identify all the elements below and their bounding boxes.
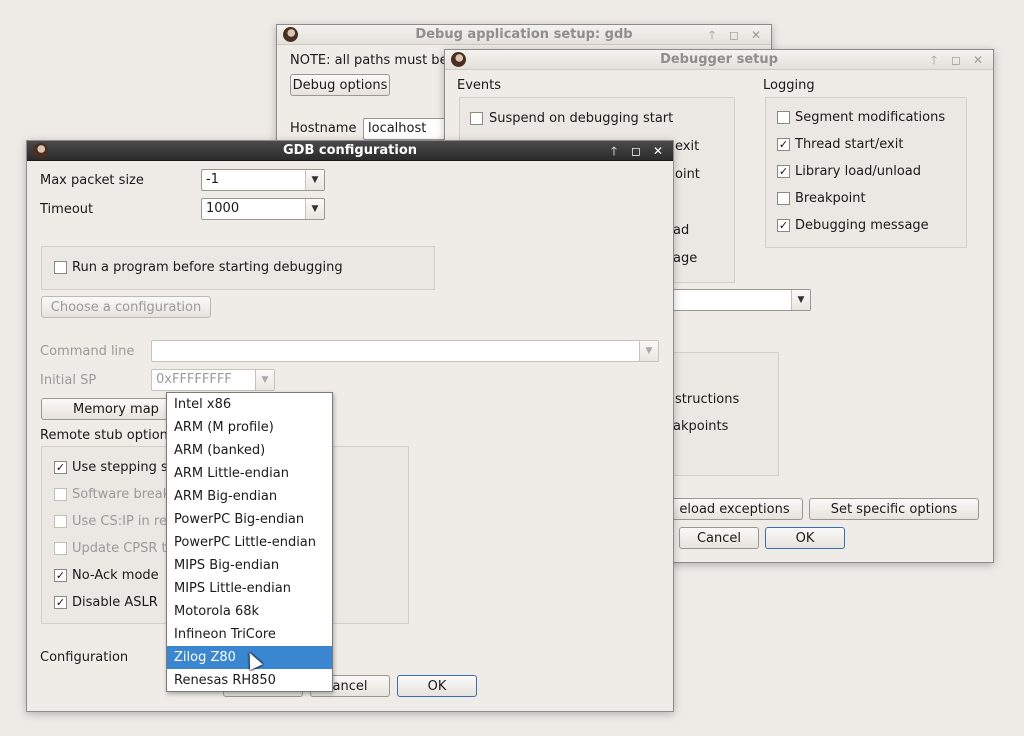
dropdown-option[interactable]: ARM (banked) — [167, 439, 332, 462]
dropdown-option[interactable]: ARM Big-endian — [167, 485, 332, 508]
event-partial-4: age — [673, 251, 698, 266]
close-icon[interactable]: ✕ — [969, 52, 987, 68]
log-library-checkbox[interactable]: ✓ — [777, 165, 790, 178]
hostname-input[interactable]: localhost — [363, 118, 453, 140]
configuration-label: Configuration — [40, 650, 129, 665]
keep-above-icon[interactable]: 🡑 — [703, 27, 721, 43]
timeout-label: Timeout — [40, 202, 94, 217]
no-ack-label: No-Ack mode — [72, 568, 159, 583]
chevron-down-icon: ▼ — [791, 290, 810, 310]
dropdown-option[interactable]: MIPS Little-endian — [167, 577, 332, 600]
software-break-label: Software break — [72, 487, 171, 502]
app-icon — [283, 27, 298, 42]
software-break-checkbox[interactable] — [54, 488, 67, 501]
option-partial-1: structions — [675, 392, 740, 407]
initial-sp-value: 0xFFFFFFFF — [156, 372, 232, 387]
debugger-setup-titlebar[interactable]: Debugger setup 🡑 ◻ ✕ — [445, 50, 993, 70]
gdb-config-titlebar[interactable]: GDB configuration 🡑 ◻ ✕ — [27, 141, 673, 161]
event-partial-3: ad — [673, 223, 690, 238]
debug-app-titlebar[interactable]: Debug application setup: gdb 🡑 ◻ ✕ — [277, 25, 771, 45]
maximize-icon[interactable]: ◻ — [947, 52, 965, 68]
dropdown-option[interactable]: ARM Little-endian — [167, 462, 332, 485]
log-thread-label: Thread start/exit — [795, 137, 904, 152]
gdb-ok-button[interactable]: OK — [397, 675, 477, 697]
debug-app-title: Debug application setup: gdb — [415, 27, 633, 42]
no-ack-checkbox[interactable]: ✓ — [54, 569, 67, 582]
debugger-ok-button[interactable]: OK — [765, 527, 845, 549]
dropdown-option[interactable]: PowerPC Little-endian — [167, 531, 332, 554]
dropdown-option[interactable]: ARM (M profile) — [167, 416, 332, 439]
keep-above-icon[interactable]: 🡑 — [605, 143, 623, 159]
chevron-down-icon: ▼ — [255, 370, 274, 390]
suspend-checkbox[interactable] — [470, 112, 483, 125]
cs-ip-label: Use CS:IP in re — [72, 514, 167, 529]
log-breakpoint-label: Breakpoint — [795, 191, 866, 206]
dropdown-option[interactable]: Renesas RH850 — [167, 669, 332, 692]
paths-note: NOTE: all paths must be — [290, 53, 448, 68]
dropdown-option[interactable]: MIPS Big-endian — [167, 554, 332, 577]
max-packet-label: Max packet size — [40, 173, 144, 188]
maximize-icon[interactable]: ◻ — [627, 143, 645, 159]
keep-above-icon[interactable]: 🡑 — [925, 52, 943, 68]
dropdown-option[interactable]: PowerPC Big-endian — [167, 508, 332, 531]
suspend-label: Suspend on debugging start — [489, 111, 674, 126]
disable-aslr-checkbox[interactable]: ✓ — [54, 596, 67, 609]
log-breakpoint-checkbox[interactable] — [777, 192, 790, 205]
dropdown-option[interactable]: Intel x86 — [167, 393, 332, 416]
timeout-value: 1000 — [206, 201, 240, 216]
debugger-cancel-button[interactable]: Cancel — [679, 527, 759, 549]
dropdown-option[interactable]: Motorola 68k — [167, 600, 332, 623]
command-line-label: Command line — [40, 344, 135, 359]
command-line-combo[interactable]: ▼ — [151, 340, 659, 362]
chevron-down-icon: ▼ — [639, 341, 658, 361]
log-thread-checkbox[interactable]: ✓ — [777, 138, 790, 151]
log-message-checkbox[interactable]: ✓ — [777, 219, 790, 232]
dropdown-option[interactable]: Infineon TriCore — [167, 623, 332, 646]
debug-options-button[interactable]: Debug options — [290, 74, 390, 96]
log-segment-checkbox[interactable] — [777, 111, 790, 124]
debugger-combo[interactable]: ▼ — [671, 289, 811, 311]
close-icon[interactable]: ✕ — [649, 143, 667, 159]
event-partial-2: oint — [675, 167, 700, 182]
run-program-label: Run a program before starting debugging — [72, 260, 343, 275]
initial-sp-label: Initial SP — [40, 373, 97, 388]
option-partial-2: akpoints — [673, 419, 729, 434]
remote-stub-label: Remote stub option — [40, 428, 168, 443]
event-partial-1: exit — [675, 139, 700, 154]
run-program-checkbox[interactable] — [54, 261, 67, 274]
choose-configuration-button[interactable]: Choose a configuration — [41, 296, 211, 318]
gdb-config-window: GDB configuration 🡑 ◻ ✕ Max packet size … — [26, 140, 674, 712]
events-label: Events — [457, 78, 502, 93]
chevron-down-icon: ▼ — [305, 170, 324, 190]
stepping-label: Use stepping s — [72, 460, 168, 475]
debugger-setup-title: Debugger setup — [660, 52, 778, 67]
logging-label: Logging — [763, 78, 815, 93]
maximize-icon[interactable]: ◻ — [725, 27, 743, 43]
update-cpsr-label: Update CPSR t — [72, 541, 167, 556]
log-library-label: Library load/unload — [795, 164, 922, 179]
options-group — [671, 352, 779, 476]
disable-aslr-label: Disable ASLR — [72, 595, 158, 610]
log-segment-label: Segment modifications — [795, 110, 946, 125]
hostname-label: Hostname — [290, 121, 357, 136]
close-icon[interactable]: ✕ — [747, 27, 765, 43]
timeout-combo[interactable]: 1000 ▼ — [201, 198, 325, 220]
reload-exceptions-button[interactable]: eload exceptions — [667, 498, 803, 520]
max-packet-value: -1 — [206, 172, 219, 187]
set-specific-options-button[interactable]: Set specific options — [809, 498, 979, 520]
stepping-checkbox[interactable]: ✓ — [54, 461, 67, 474]
update-cpsr-checkbox[interactable] — [54, 542, 67, 555]
max-packet-combo[interactable]: -1 ▼ — [201, 169, 325, 191]
app-icon — [33, 143, 48, 158]
initial-sp-combo[interactable]: 0xFFFFFFFF ▼ — [151, 369, 275, 391]
app-icon — [451, 52, 466, 67]
log-message-label: Debugging message — [795, 218, 929, 233]
gdb-config-title: GDB configuration — [282, 143, 418, 158]
chevron-down-icon: ▼ — [305, 199, 324, 219]
architecture-dropdown-list[interactable]: Intel x86 ARM (M profile) ARM (banked) ARM … — [166, 392, 333, 692]
cs-ip-checkbox[interactable] — [54, 515, 67, 528]
